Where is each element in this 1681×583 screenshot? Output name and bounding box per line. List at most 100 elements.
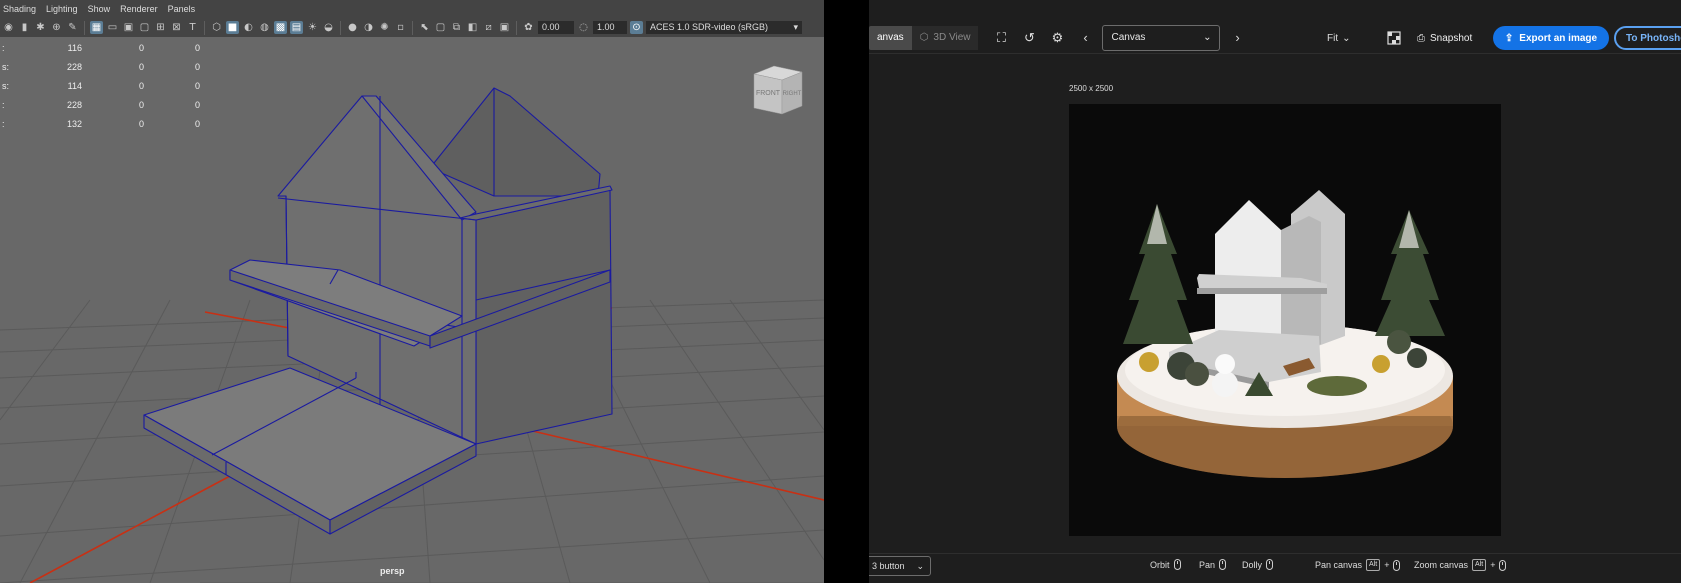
cube-icon: ⬡ [919,32,929,43]
winter-diorama-render [1117,190,1453,478]
tab-canvas-label: anvas [877,32,904,43]
house-model[interactable] [143,87,613,535]
anti-aliasing-icon[interactable]: ✺ [378,21,391,34]
adobe-stager-panel: anvas ⬡ 3D View ⛶ ↺ ⚙ ‹ Canvas ⌄ › Fit ⌄… [869,0,1681,583]
mouse-icon [1393,559,1401,571]
orbit-label: Orbit [1150,559,1170,570]
resolution-gate-icon[interactable]: ▣ [122,21,135,34]
mouse-icon [1219,559,1227,570]
screen-gap [824,0,869,583]
wireframe-icon[interactable]: ⬡ [210,21,223,34]
depth-of-field-icon[interactable]: ▫ [394,21,407,34]
chevron-down-icon: ▾ [793,22,798,32]
menu-lighting[interactable]: Lighting [46,4,78,14]
plus-icon: + [1490,560,1496,570]
tab-3d-view[interactable]: ⬡ 3D View [911,25,979,50]
viewcube-right-label[interactable]: RIGHT [783,91,802,97]
snapshot-button[interactable]: ⎙ Snapshot [1417,22,1472,54]
tab-canvas[interactable]: anvas [869,25,912,50]
snapshot-icon: ⎙ [1417,32,1425,44]
reset-view-icon[interactable]: ↺ [1018,27,1040,49]
xray-components-icon[interactable]: ◧ [466,21,479,34]
safe-title-icon[interactable]: T [186,21,199,34]
bookmark-icon[interactable]: ▮ [18,21,31,34]
menu-renderer[interactable]: Renderer [120,4,158,14]
status-bar: 3 button ⌄ Orbit Pan Dolly Pan canvas Al… [869,553,1681,579]
viewport-menubar: Shading Lighting Show Renderer Panels [0,0,824,18]
snapshot-label: Snapshot [1430,32,1473,44]
pencil-icon[interactable]: ✎ [66,21,79,34]
alt-key-icon: Alt [1366,559,1381,571]
send-to-photoshop-button[interactable]: To Photoshop [1614,26,1681,50]
fit-dropdown[interactable]: Fit ⌄ [1327,22,1351,54]
view-cube[interactable]: FRONT RIGHT [750,62,806,118]
light-icon[interactable]: ☀ [306,21,319,34]
smooth-shade-icon[interactable]: ■ [226,21,239,34]
safe-action-icon[interactable]: ⊠ [170,21,183,34]
ambient-occlusion-icon[interactable]: ● [346,21,359,34]
dolly-label: Dolly [1242,559,1263,570]
render-canvas[interactable] [1069,104,1501,536]
mouse-icon [1173,559,1181,570]
view-transform-dropdown[interactable]: ACES 1.0 SDR-video (sRGB) ▾ [646,21,802,34]
toolbar-divider [412,20,413,35]
viewcube-front-label[interactable]: FRONT [756,90,781,97]
xray-joints-icon[interactable]: ⧉ [450,21,463,34]
viewport-scene[interactable] [0,37,824,583]
export-label: Export an image [1519,32,1598,44]
pan-canvas-label: Pan canvas [1315,560,1363,570]
xray-icon[interactable]: ▢ [434,21,447,34]
color-management-icon[interactable]: ⊙ [630,21,643,34]
camera-dropdown[interactable]: Canvas ⌄ [1102,24,1221,51]
gate-mask-icon[interactable]: ▢ [138,21,151,34]
toolbar-divider [204,20,205,35]
frame-icon[interactable]: ⛶ [990,27,1012,49]
mouse-mode-dropdown[interactable]: 3 button ⌄ [869,556,931,576]
default-material-icon[interactable]: ◐ [242,21,255,34]
backface-icon[interactable]: ⧄ [482,21,495,34]
grid-toggle-icon[interactable]: ▦ [90,21,103,34]
mouse-mode-value: 3 button [872,561,905,571]
field-chart-icon[interactable]: ⊞ [154,21,167,34]
viewport-toolbar: ◉ ▮ ✱ ⊕ ✎ ▦ ▭ ▣ ▢ ⊞ ⊠ T ⬡ ■ ◐ ◍ ▩ ▤ ☀ ◒ … [0,18,824,37]
maya-viewport-panel: Shading Lighting Show Renderer Panels ◉ … [0,0,824,583]
shadows-icon[interactable]: ◒ [322,21,335,34]
export-icon: ⇪ [1504,32,1514,44]
camera-attributes-icon[interactable]: ✱ [34,21,47,34]
isolate-select-icon[interactable]: ⬉ [418,21,431,34]
chevron-down-icon: ⌄ [1342,32,1351,44]
document-size: 2500 x 2500 [1069,84,1114,93]
render-preview-icon[interactable] [1383,27,1405,49]
frame-all-icon[interactable]: ▣ [498,21,511,34]
textured-icon[interactable]: ▩ [274,21,287,34]
camera-dropdown-value: Canvas [1111,32,1146,43]
export-image-button[interactable]: ⇪ Export an image [1493,26,1609,50]
mouse-icon [1266,559,1274,570]
dolly-hint: Dolly [1242,559,1274,570]
use-all-lights-icon[interactable]: ▤ [290,21,303,34]
chevron-right-icon[interactable]: › [1226,27,1248,49]
gamma-icon[interactable]: ◌ [577,21,590,34]
gamma-field[interactable]: 1.00 [593,21,627,34]
app-header: anvas ⬡ 3D View ⛶ ↺ ⚙ ‹ Canvas ⌄ › Fit ⌄… [869,22,1681,54]
exposure-icon[interactable]: ✿ [522,21,535,34]
motion-blur-icon[interactable]: ◑ [362,21,375,34]
chevron-down-icon: ⌄ [916,560,924,571]
wireframe-on-shaded-icon[interactable]: ◍ [258,21,271,34]
menu-shading[interactable]: Shading [3,4,36,14]
camera-settings-icon[interactable]: ⚙ [1046,27,1068,49]
fit-label: Fit [1327,32,1339,44]
film-gate-icon[interactable]: ▭ [106,21,119,34]
exposure-field[interactable]: 0.00 [538,21,574,34]
menu-panels[interactable]: Panels [168,4,196,14]
photoshop-label: To Photoshop [1626,32,1681,44]
pan-hint: Pan [1199,559,1227,570]
chevron-left-icon[interactable]: ‹ [1074,27,1096,49]
camera-label: persp [380,566,405,576]
image-plane-icon[interactable]: ⊕ [50,21,63,34]
pan-label: Pan [1199,559,1216,570]
menu-show[interactable]: Show [88,4,111,14]
toolbar-divider [516,20,517,35]
orbit-hint: Orbit [1150,559,1181,570]
select-camera-icon[interactable]: ◉ [2,21,15,34]
